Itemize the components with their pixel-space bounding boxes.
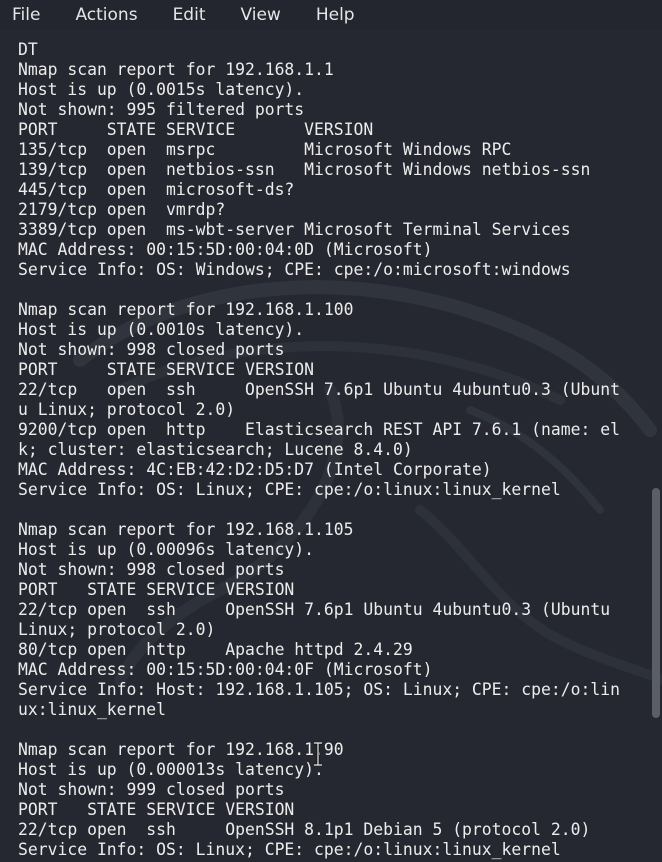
terminal-line: 80/tcp open http Apache httpd 2.4.29 [18,640,413,659]
terminal-line: 139/tcp open netbios-ssn Microsoft Windo… [18,160,591,179]
terminal-line: Service Info: OS: Windows; CPE: cpe:/o:m… [18,260,571,279]
terminal-line: 445/tcp open microsoft-ds? [18,180,295,199]
terminal-line: Not shown: 998 closed ports [18,560,285,579]
terminal-line: Linux; protocol 2.0) [18,620,216,639]
terminal-line: ux:linux_kernel [18,700,167,719]
vertical-scrollbar[interactable] [652,488,660,718]
terminal-line: 22/tcp open ssh OpenSSH 7.6p1 Ubuntu 4ub… [18,600,611,619]
terminal-line: PORT STATE SERVICE VERSION [18,800,295,819]
menu-help[interactable]: Help [312,3,359,27]
terminal-line: Service Info: OS: Linux; CPE: cpe:/o:lin… [18,840,561,859]
terminal-line: Service Info: Host: 192.168.1.105; OS: L… [18,680,620,699]
terminal-line: Nmap scan report for 192.168.1.105 [18,520,354,539]
terminal-text: DT Nmap scan report for 192.168.1.1 Host i… [18,40,620,860]
terminal-line: PORT STATE SERVICE VERSION [18,580,295,599]
terminal-line: Not shown: 998 closed ports [18,340,285,359]
terminal-line: Not shown: 999 closed ports [18,780,285,799]
terminal-line: Nmap scan report for 192.168.1.100 [18,300,354,319]
menu-bar: File Actions Edit View Help [0,0,662,30]
terminal-line: PORT STATE SERVICE VERSION [18,360,315,379]
terminal-line: Service Info: OS: Linux; CPE: cpe:/o:lin… [18,480,561,499]
terminal-line: 2179/tcp open vmrdp? [18,200,226,219]
terminal-line: Nmap scan report for 192.168.1.1 [18,60,334,79]
terminal-line: 22/tcp open ssh OpenSSH 8.1p1 Debian 5 (… [18,820,591,839]
terminal-line: MAC Address: 00:15:5D:00:04:0F (Microsof… [18,660,433,679]
terminal-line: Host is up (0.00096s latency). [18,540,315,559]
terminal-line: Not shown: 995 filtered ports [18,100,305,119]
menu-file[interactable]: File [8,3,44,27]
text-cursor-icon [314,742,322,766]
menu-view[interactable]: View [236,3,284,27]
terminal-line: 9200/tcp open http Elasticsearch REST AP… [18,420,620,439]
terminal-line: DT [18,40,38,59]
terminal-line: MAC Address: 00:15:5D:00:04:0D (Microsof… [18,240,433,259]
terminal-output-area[interactable]: DT Nmap scan report for 192.168.1.1 Host i… [0,30,662,862]
terminal-line: Host is up (0.0010s latency). [18,320,305,339]
terminal-line: MAC Address: 4C:EB:42:D2:D5:D7 (Intel Co… [18,460,492,479]
terminal-line: Host is up (0.0015s latency). [18,80,305,99]
terminal-line: k; cluster: elasticsearch; Lucene 8.4.0) [18,440,413,459]
menu-edit[interactable]: Edit [169,3,210,27]
terminal-line: u Linux; protocol 2.0) [18,400,236,419]
terminal-line: PORT STATE SERVICE VERSION [18,120,374,139]
terminal-line: 135/tcp open msrpc Microsoft Windows RPC [18,140,512,159]
menu-actions[interactable]: Actions [71,3,141,27]
terminal-line: 22/tcp open ssh OpenSSH 7.6p1 Ubuntu 4ub… [18,380,620,399]
terminal-line: 3389/tcp open ms-wbt-server Microsoft Te… [18,220,571,239]
